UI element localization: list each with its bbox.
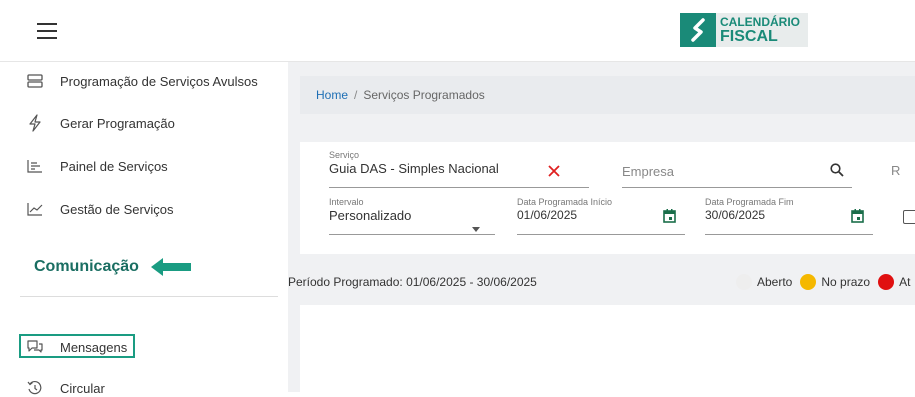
panel-chart-icon (26, 157, 44, 175)
logo-text-bottom: FISCAL (720, 28, 778, 45)
extra-field-partial[interactable]: R (891, 163, 900, 178)
search-icon[interactable] (830, 163, 844, 182)
data-fim-label: Data Programada Fim (705, 197, 794, 207)
lightning-icon (26, 114, 44, 132)
intervalo-value: Personalizado (329, 208, 412, 223)
clear-x-icon[interactable] (548, 164, 560, 182)
breadcrumb: Home / Serviços Programados (300, 76, 915, 114)
chat-bubbles-icon (26, 338, 44, 356)
sidebar-item-mensagens[interactable]: Mensagens (26, 338, 127, 356)
checkbox[interactable] (903, 210, 915, 224)
sidebar-item-painel-servicos[interactable]: Painel de Serviços (26, 157, 168, 175)
data-inicio-field[interactable]: Data Programada Início 01/06/2025 (517, 197, 685, 235)
breadcrumb-separator: / (354, 88, 358, 102)
data-fim-value: 30/06/2025 (705, 208, 766, 222)
dropdown-caret-icon[interactable] (472, 219, 480, 237)
data-inicio-label: Data Programada Início (517, 197, 613, 207)
status-dot-aberto (736, 274, 752, 290)
list-stack-icon (26, 72, 44, 90)
logo-mark-icon (680, 13, 716, 47)
sidebar-item-circular[interactable]: Circular (26, 379, 105, 397)
results-panel (300, 305, 915, 395)
divider (20, 296, 278, 297)
sidebar-item-label: Painel de Serviços (60, 158, 168, 174)
intervalo-label: Intervalo (329, 197, 364, 207)
status-dot-atrasado (878, 274, 895, 290)
status-dot-no-prazo (800, 274, 817, 290)
left-arrow-icon (150, 258, 191, 276)
legend-label-aberto: Aberto (757, 275, 793, 289)
servico-label: Serviço (329, 150, 360, 160)
sidebar-item-label: Mensagens (60, 339, 128, 355)
period-text: Período Programado: 01/06/2025 - 30/06/2… (288, 275, 537, 289)
menu-icon[interactable] (37, 23, 57, 39)
trend-line-icon (26, 200, 44, 218)
section-title-text: Comunicação (34, 258, 139, 275)
top-bar: CALENDÁRIO FISCAL (0, 0, 915, 62)
empresa-field[interactable]: Empresa (622, 150, 852, 188)
sidebar-item-programacao-avulsos[interactable]: Programação de Serviços Avulsos (26, 72, 258, 90)
legend-label-no-prazo: No prazo (821, 275, 871, 289)
sidebar-item-label: Circular (60, 380, 105, 396)
legend-label-atrasado: At (899, 275, 911, 289)
empresa-placeholder: Empresa (622, 164, 675, 179)
calendar-icon[interactable] (851, 209, 864, 228)
calendario-fiscal-logo[interactable]: CALENDÁRIO FISCAL (680, 13, 808, 47)
main-content: Home / Serviços Programados Serviço Guia… (288, 62, 915, 395)
sidebar-item-label: Gerar Programação (60, 115, 175, 131)
calendar-icon[interactable] (663, 209, 676, 228)
data-fim-field[interactable]: Data Programada Fim 30/06/2025 (705, 197, 873, 235)
section-title-comunicacao: Comunicação (34, 257, 193, 277)
sidebar-item-label: Gestão de Serviços (60, 201, 174, 217)
sidebar-item-gerar-programacao[interactable]: Gerar Programação (26, 114, 175, 132)
sidebar-item-label: Programação de Serviços Avulsos (60, 73, 258, 89)
history-icon (26, 379, 44, 397)
breadcrumb-current: Serviços Programados (363, 88, 485, 102)
data-inicio-value: 01/06/2025 (517, 208, 578, 222)
sidebar-item-gestao-servicos[interactable]: Gestão de Serviços (26, 200, 173, 218)
intervalo-select[interactable]: Intervalo Personalizado (329, 197, 495, 235)
filter-card: Serviço Guia DAS - Simples Nacional Empr… (300, 142, 915, 254)
status-legend: Aberto No prazo At (736, 274, 910, 290)
breadcrumb-home-link[interactable]: Home (316, 88, 348, 102)
sidebar: Programação de Serviços Avulsos Gerar Pr… (0, 62, 288, 396)
